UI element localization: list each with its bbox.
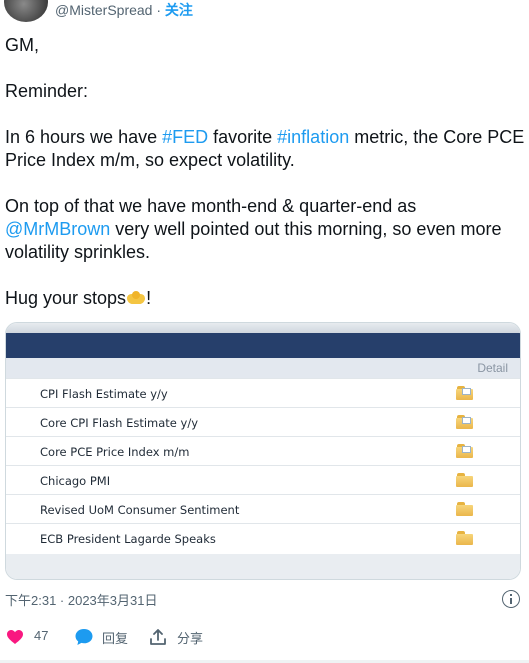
tweet-header: @MisterSpread · 关注 xyxy=(0,0,529,22)
tweet-timestamp[interactable]: 下午2:31 · 2023年3月31日 xyxy=(5,590,157,609)
separator-dot: · xyxy=(156,2,162,18)
event-name: Revised UoM Consumer Sentiment xyxy=(40,503,240,517)
event-row: ECB President Lagarde Speaks xyxy=(6,523,520,552)
tweet-text: GM, Reminder: In 6 hours we have #FED fa… xyxy=(5,34,525,310)
event-row: Revised UoM Consumer Sentiment xyxy=(6,494,520,523)
paragraph-one: In 6 hours we have #FED favorite #inflat… xyxy=(5,127,525,170)
folder-doc-icon xyxy=(456,444,474,458)
author-handle[interactable]: @MisterSpread xyxy=(55,2,152,18)
share-upload-icon[interactable] xyxy=(149,628,167,646)
folder-icon xyxy=(456,502,474,516)
event-row: CPI Flash Estimate y/y xyxy=(6,378,520,407)
author-avatar[interactable] xyxy=(4,0,48,22)
event-name: ECB President Lagarde Speaks xyxy=(40,532,216,546)
event-name: CPI Flash Estimate y/y xyxy=(40,387,168,401)
folder-doc-icon xyxy=(456,415,474,429)
card-top-strip xyxy=(6,323,520,333)
author-line: @MisterSpread · 关注 xyxy=(55,1,193,19)
follow-button[interactable]: 关注 xyxy=(165,2,193,18)
hashtag-inflation[interactable]: #inflation xyxy=(277,127,349,147)
event-name: Core PCE Price Index m/m xyxy=(40,445,190,459)
reply-button[interactable]: 回复 xyxy=(102,628,128,647)
paragraph-three: Hug your stops! xyxy=(5,288,152,308)
like-count[interactable]: 47 xyxy=(34,628,48,643)
event-row: Chicago PMI xyxy=(6,465,520,494)
event-row: Core PCE Price Index m/m xyxy=(6,436,520,465)
action-bar: 47 回复 分享 xyxy=(0,626,529,650)
like-heart-icon[interactable] xyxy=(6,629,24,645)
event-name: Chicago PMI xyxy=(40,474,111,488)
mention-mrmbrown[interactable]: @MrMBrown xyxy=(5,219,110,239)
hashtag-fed[interactable]: #FED xyxy=(162,127,208,147)
card-column-header xyxy=(6,358,520,378)
detail-column-header: Detail xyxy=(477,361,508,375)
card-header-bar xyxy=(6,333,520,358)
info-icon[interactable] xyxy=(502,590,520,608)
folder-icon xyxy=(456,531,474,545)
handshake-emoji-icon xyxy=(126,290,146,306)
card-footer xyxy=(6,554,520,579)
event-name: Core CPI Flash Estimate y/y xyxy=(40,416,199,430)
reply-bubble-icon[interactable] xyxy=(74,628,94,646)
greeting-line: GM, xyxy=(5,35,39,55)
event-row: Core CPI Flash Estimate y/y xyxy=(6,407,520,436)
share-button[interactable]: 分享 xyxy=(177,628,203,647)
paragraph-two: On top of that we have month-end & quart… xyxy=(5,196,502,262)
folder-icon xyxy=(456,473,474,487)
reminder-line: Reminder: xyxy=(5,81,89,101)
calendar-image-card[interactable]: Detail CPI Flash Estimate y/y Core CPI F… xyxy=(5,322,521,580)
folder-doc-icon xyxy=(456,386,474,400)
